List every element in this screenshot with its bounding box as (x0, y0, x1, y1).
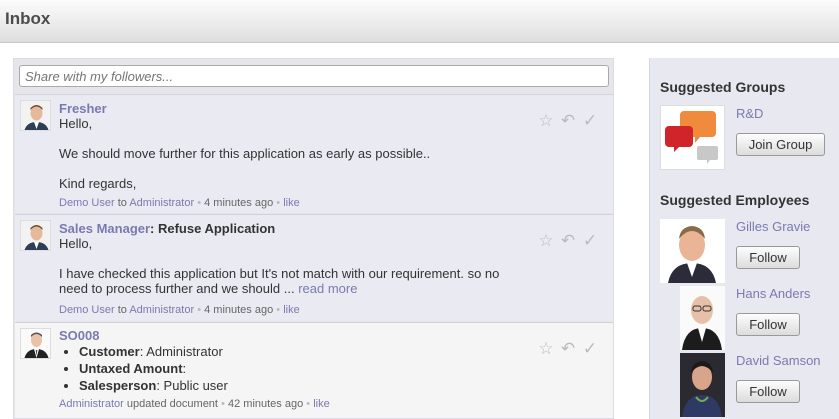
message-text: need to process further and we should ..… (59, 281, 295, 296)
message-meta: Demo User to Administrator • 4 minutes a… (59, 304, 300, 316)
list-item: Customer: Administrator (79, 343, 529, 360)
sep-dot: • (221, 398, 225, 410)
message-subject: : Refuse Application (150, 221, 276, 236)
join-group-button[interactable]: Join Group (736, 133, 825, 156)
timestamp: 4 minutes ago (204, 197, 274, 209)
field-label: Salesperson (79, 378, 157, 393)
avatar[interactable] (660, 219, 725, 283)
like-link[interactable]: like (283, 197, 300, 209)
top-bar: Inbox (0, 0, 839, 43)
employee-name-link[interactable]: Gilles Gravie (736, 219, 810, 234)
document-changes: Customer: Administrator Untaxed Amount : … (79, 343, 529, 394)
list-item: Salesperson: Public user (79, 377, 529, 394)
reply-icon[interactable]: ↶ (559, 112, 577, 130)
recipient-link[interactable]: Administrator (129, 197, 194, 209)
field-value: : (182, 361, 187, 376)
employee-name-link[interactable]: Hans Anders (736, 286, 810, 301)
avatar (20, 328, 51, 359)
meta-action: updated document (126, 398, 218, 410)
message-body: Sales Manager: Refuse Application Hello,… (59, 221, 529, 296)
message-item: Sales Manager: Refuse Application Hello,… (15, 214, 613, 321)
avatar (20, 220, 51, 251)
check-icon[interactable]: ✓ (581, 232, 599, 250)
message-author[interactable]: SO008 (59, 328, 99, 343)
message-text: We should move further for this applicat… (59, 146, 431, 161)
share-input[interactable] (19, 65, 609, 87)
message-body: SO008 Customer: Administrator Untaxed Am… (59, 328, 529, 394)
meta-to: to (117, 304, 127, 316)
follow-button[interactable]: Follow (736, 380, 800, 403)
follow-button[interactable]: Follow (736, 313, 800, 336)
sender-link[interactable]: Demo User (59, 304, 115, 316)
page-title: Inbox (5, 9, 51, 28)
follow-button[interactable]: Follow (736, 246, 800, 269)
check-icon[interactable]: ✓ (581, 340, 599, 358)
message-item: Fresher Hello, We should move further fo… (15, 94, 613, 213)
message-body: Fresher Hello, We should move further fo… (59, 101, 529, 191)
message-actions: ☆ ↶ ✓ (537, 232, 599, 250)
list-item: Untaxed Amount: (79, 360, 529, 377)
suggested-employees-title: Suggested Employees (660, 192, 810, 208)
message-text: I have checked this application but It's… (59, 266, 500, 281)
message-text: Hello, (59, 236, 93, 251)
field-value: : Public user (156, 378, 228, 393)
like-link[interactable]: like (313, 398, 330, 410)
chat-bubbles-icon (661, 106, 724, 169)
message-text: Hello, (59, 116, 93, 131)
sender-link[interactable]: Administrator (59, 398, 124, 410)
timestamp: 4 minutes ago (204, 304, 274, 316)
message-item: SO008 Customer: Administrator Untaxed Am… (15, 322, 613, 418)
avatar[interactable] (660, 286, 725, 350)
star-icon[interactable]: ☆ (537, 340, 555, 358)
group-thumbnail[interactable] (660, 105, 725, 170)
suggestions-panel: Suggested Groups R&D Join Group Suggeste… (649, 58, 839, 419)
reply-icon[interactable]: ↶ (559, 232, 577, 250)
field-label: Untaxed Amount (79, 361, 183, 376)
group-name-link[interactable]: R&D (736, 106, 763, 121)
message-author[interactable]: Fresher (59, 101, 107, 116)
employee-name-link[interactable]: David Samson (736, 353, 821, 368)
check-icon[interactable]: ✓ (581, 112, 599, 130)
sender-link[interactable]: Demo User (59, 197, 115, 209)
field-label: Customer (79, 344, 140, 359)
reply-icon[interactable]: ↶ (559, 340, 577, 358)
sep-dot: • (306, 398, 311, 410)
sep-dot: • (197, 197, 202, 209)
message-author[interactable]: Sales Manager (59, 221, 150, 236)
avatar[interactable] (660, 353, 725, 417)
message-text: Kind regards, (59, 176, 137, 191)
meta-to: to (117, 197, 127, 209)
message-actions: ☆ ↶ ✓ (537, 340, 599, 358)
timestamp: 42 minutes ago (227, 398, 304, 410)
avatar (20, 100, 51, 131)
sep-dot: • (276, 304, 281, 316)
star-icon[interactable]: ☆ (537, 112, 555, 130)
message-meta: Demo User to Administrator • 4 minutes a… (59, 197, 300, 209)
like-link[interactable]: like (283, 304, 300, 316)
recipient-link[interactable]: Administrator (129, 304, 194, 316)
read-more-link[interactable]: read more (298, 281, 357, 296)
star-icon[interactable]: ☆ (537, 232, 555, 250)
sep-dot: • (276, 197, 281, 209)
message-feed: Fresher Hello, We should move further fo… (13, 58, 614, 419)
message-meta: Administrator updated document • 42 minu… (59, 398, 330, 410)
message-actions: ☆ ↶ ✓ (537, 112, 599, 130)
field-value: : Administrator (139, 344, 223, 359)
suggested-groups-title: Suggested Groups (660, 79, 786, 95)
sep-dot: • (197, 304, 202, 316)
